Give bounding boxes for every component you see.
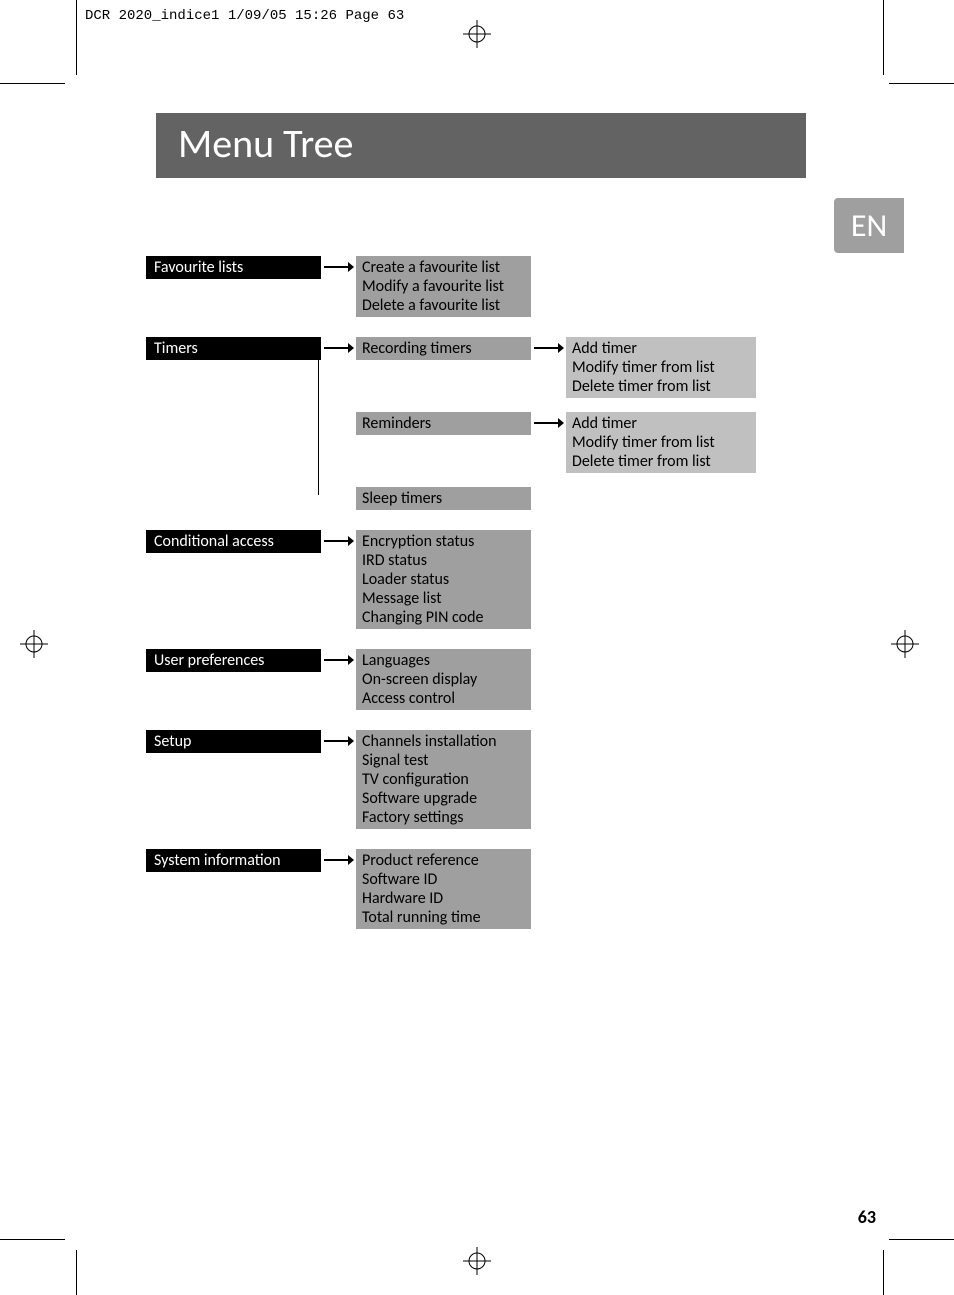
menu-item: Modify timer from list xyxy=(572,358,756,377)
menu-l2-label: Recording timers xyxy=(356,337,531,360)
crop-mark xyxy=(889,1239,954,1240)
menu-l2-box: Create a favourite list Modify a favouri… xyxy=(356,256,531,317)
menu-item: Hardware ID xyxy=(362,889,531,908)
menu-item: Create a favourite list xyxy=(362,258,531,277)
crop-mark xyxy=(883,1250,884,1295)
menu-l2-box: Product reference Software ID Hardware I… xyxy=(356,849,531,929)
page: DCR 2020_indice1 1/09/05 15:26 Page 63 M… xyxy=(0,0,954,1295)
menu-section-conditional-access: Conditional access Encryption status IRD… xyxy=(146,530,756,629)
menu-section-system-information: System information Product reference Sof… xyxy=(146,849,756,929)
crop-mark xyxy=(883,0,884,75)
menu-section-timers: Timers Recording timers Add timer Modi xyxy=(146,337,756,510)
menu-item: Delete a favourite list xyxy=(362,296,531,315)
page-title: Menu Tree xyxy=(156,113,806,178)
crop-mark xyxy=(0,1239,65,1240)
arrow-right-icon xyxy=(531,412,566,430)
menu-l2-box: Channels installation Signal test TV con… xyxy=(356,730,531,829)
crop-mark xyxy=(76,1250,77,1295)
menu-item: Access control xyxy=(362,689,531,708)
menu-item: Changing PIN code xyxy=(362,608,531,627)
menu-l2-label: Sleep timers xyxy=(356,487,531,510)
menu-item: Factory settings xyxy=(362,808,531,827)
menu-l1-label: Timers xyxy=(146,337,321,360)
menu-item: Encryption status xyxy=(362,532,531,551)
crop-mark xyxy=(76,0,77,75)
arrow-right-icon xyxy=(321,530,356,548)
prepress-slug: DCR 2020_indice1 1/09/05 15:26 Page 63 xyxy=(85,8,404,24)
menu-item: TV configuration xyxy=(362,770,531,789)
menu-item: Languages xyxy=(362,651,531,670)
page-number: 63 xyxy=(858,1206,876,1228)
menu-l2-box: Languages On-screen display Access contr… xyxy=(356,649,531,710)
menu-l1-label: User preferences xyxy=(146,649,321,672)
crop-mark xyxy=(0,83,65,84)
menu-l3-box: Add timer Modify timer from list Delete … xyxy=(566,412,756,473)
menu-item: Channels installation xyxy=(362,732,531,751)
arrow-right-icon xyxy=(321,849,356,867)
menu-item: Message list xyxy=(362,589,531,608)
registration-mark-icon xyxy=(20,630,48,658)
arrow-right-icon xyxy=(321,730,356,748)
menu-item: Modify timer from list xyxy=(572,433,756,452)
menu-item: Product reference xyxy=(362,851,531,870)
menu-l1-label: Conditional access xyxy=(146,530,321,553)
menu-l1-label: Favourite lists xyxy=(146,256,321,279)
crop-mark xyxy=(889,83,954,84)
registration-mark-icon xyxy=(463,20,491,48)
menu-item: Modify a favourite list xyxy=(362,277,531,296)
menu-item: On-screen display xyxy=(362,670,531,689)
menu-l1-label: System information xyxy=(146,849,321,872)
arrow-right-icon xyxy=(531,337,566,355)
menu-tree: Favourite lists Create a favourite list … xyxy=(146,256,756,949)
registration-mark-icon xyxy=(891,630,919,658)
connector-line xyxy=(318,337,319,495)
menu-l3-box: Add timer Modify timer from list Delete … xyxy=(566,337,756,398)
arrow-right-icon xyxy=(321,649,356,667)
menu-item: Software upgrade xyxy=(362,789,531,808)
menu-item: Delete timer from list xyxy=(572,452,756,471)
menu-item: Add timer xyxy=(572,339,756,358)
content-area: Menu Tree EN Favourite lists Create a fa… xyxy=(76,83,884,1240)
menu-l2-box: Encryption status IRD status Loader stat… xyxy=(356,530,531,629)
menu-item: Total running time xyxy=(362,908,531,927)
arrow-right-icon xyxy=(321,337,356,355)
menu-item: Signal test xyxy=(362,751,531,770)
menu-item: IRD status xyxy=(362,551,531,570)
menu-l1-label: Setup xyxy=(146,730,321,753)
menu-item: Delete timer from list xyxy=(572,377,756,396)
menu-item: Add timer xyxy=(572,414,756,433)
registration-mark-icon xyxy=(463,1247,491,1275)
menu-item: Software ID xyxy=(362,870,531,889)
menu-section-user-preferences: User preferences Languages On-screen dis… xyxy=(146,649,756,710)
arrow-right-icon xyxy=(321,256,356,274)
menu-item: Loader status xyxy=(362,570,531,589)
menu-section-favourite-lists: Favourite lists Create a favourite list … xyxy=(146,256,756,317)
menu-section-setup: Setup Channels installation Signal test … xyxy=(146,730,756,829)
menu-l2-label: Reminders xyxy=(356,412,531,435)
language-tab: EN xyxy=(834,198,904,253)
